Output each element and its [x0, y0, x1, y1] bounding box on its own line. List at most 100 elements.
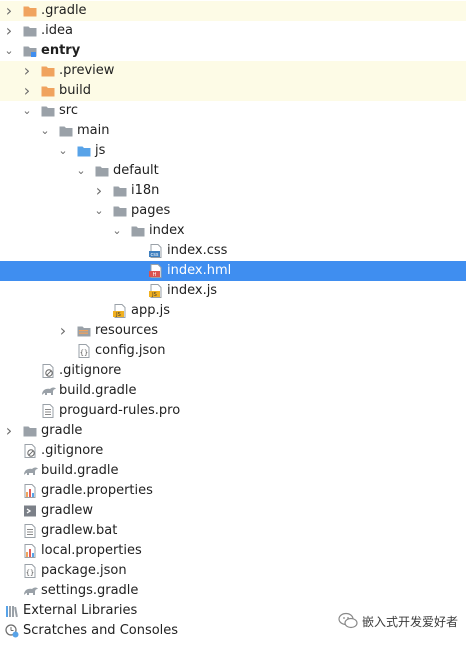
tree-row[interactable]: {} config.json	[0, 341, 466, 361]
tree-row[interactable]: › .gradle	[0, 1, 466, 21]
gitignore-file-icon	[41, 364, 55, 378]
tree-item-label: proguard-rules.pro	[59, 403, 181, 418]
chevron-right-icon[interactable]: ›	[21, 61, 33, 81]
tree-item-label: .preview	[59, 63, 115, 78]
tree-item-label: gradlew	[41, 503, 94, 518]
tree-item-label: index.js	[167, 283, 218, 298]
tree-row[interactable]: gradle.properties	[0, 481, 466, 501]
tree-item-label: main	[77, 123, 110, 138]
tree-row[interactable]: settings.gradle	[0, 581, 466, 601]
folder-icon	[23, 24, 37, 38]
chevron-right-icon[interactable]: ›	[57, 321, 69, 341]
tree-row[interactable]: › .preview	[0, 61, 466, 81]
tree-row[interactable]: css index.css	[0, 241, 466, 261]
gradle-file-icon	[23, 464, 38, 478]
tree-item-label: package.json	[41, 563, 127, 578]
hml-file-icon: H	[149, 264, 163, 278]
svg-text:css: css	[151, 252, 159, 258]
tree-item-label: .idea	[41, 23, 73, 38]
tree-row[interactable]: .gitignore	[0, 441, 466, 461]
tree-row[interactable]: ⌄ main	[0, 121, 466, 141]
tree-row[interactable]: ⌄ entry	[0, 41, 466, 61]
svg-text:JS: JS	[151, 292, 157, 298]
tree-item-label: build	[59, 83, 91, 98]
tree-item-label: entry	[41, 43, 81, 58]
tree-item-label: resources	[95, 323, 159, 338]
tree-item-label: app.js	[131, 303, 170, 318]
tree-row[interactable]: proguard-rules.pro	[0, 401, 466, 421]
js-file-icon: JS	[149, 284, 163, 298]
chevron-right-icon[interactable]: ›	[93, 181, 105, 201]
tree-row[interactable]: ⌄ pages	[0, 201, 466, 221]
folder-icon	[41, 104, 55, 118]
chevron-right-icon[interactable]: ›	[21, 81, 33, 101]
svg-text:{}: {}	[26, 569, 34, 577]
tree-item-label: gradle	[41, 423, 83, 438]
tree-row[interactable]: local.properties	[0, 541, 466, 561]
svg-text:{}: {}	[80, 349, 88, 357]
orange-folder-icon	[23, 4, 37, 18]
tree-item-label: default	[113, 163, 159, 178]
chevron-down-icon[interactable]: ⌄	[21, 101, 33, 121]
chevron-down-icon[interactable]: ⌄	[75, 161, 87, 181]
wechat-logo-icon	[338, 612, 358, 629]
chevron-down-icon[interactable]: ⌄	[111, 221, 123, 241]
chevron-down-icon[interactable]: ⌄	[39, 121, 51, 141]
tree-row[interactable]: JS app.js	[0, 301, 466, 321]
properties-file-icon	[23, 484, 37, 498]
scratches-icon	[5, 624, 19, 638]
tree-item-label: local.properties	[41, 543, 142, 558]
tree-row[interactable]: ⌄ index	[0, 221, 466, 241]
tree-row[interactable]: .gitignore	[0, 361, 466, 381]
tree-row[interactable]: {} package.json	[0, 561, 466, 581]
tree-row[interactable]: › i18n	[0, 181, 466, 201]
tree-row[interactable]: ⌄ src	[0, 101, 466, 121]
orange-folder-icon	[41, 64, 55, 78]
tree-row[interactable]: › gradle	[0, 421, 466, 441]
tree-item-label: index.css	[167, 243, 228, 258]
chevron-down-icon[interactable]: ⌄	[93, 201, 105, 221]
svg-text:JS: JS	[115, 312, 121, 318]
properties-file-icon	[23, 544, 37, 558]
gradle-file-icon	[41, 384, 56, 398]
tree-item-label: gradlew.bat	[41, 523, 118, 538]
chevron-right-icon[interactable]: ›	[3, 21, 15, 41]
tree-item-label: .gitignore	[41, 443, 104, 458]
module-folder-icon	[23, 44, 37, 58]
tree-row[interactable]: › build	[0, 81, 466, 101]
tree-row[interactable]: › resources	[0, 321, 466, 341]
tree-row[interactable]: build.gradle	[0, 461, 466, 481]
text-file-icon	[23, 524, 37, 538]
tree-item-label: settings.gradle	[41, 583, 139, 598]
json-file-icon: {}	[23, 564, 37, 578]
library-icon	[5, 604, 19, 618]
tree-row[interactable]: JS index.js	[0, 281, 466, 301]
svg-text:H: H	[153, 272, 157, 278]
folder-icon	[131, 224, 145, 238]
tree-row[interactable]: gradlew.bat	[0, 521, 466, 541]
chevron-down-icon[interactable]: ⌄	[3, 41, 15, 61]
tree-item-label: pages	[131, 203, 171, 218]
folder-icon	[113, 204, 127, 218]
tree-row[interactable]: gradlew	[0, 501, 466, 521]
folder-icon	[113, 184, 127, 198]
chevron-right-icon[interactable]: ›	[3, 421, 15, 441]
tree-item-label: Scratches and Consoles	[23, 623, 179, 638]
gradle-file-icon	[23, 584, 38, 598]
tree-item-label: gradle.properties	[41, 483, 153, 498]
tree-item-label: index.hml	[167, 263, 232, 278]
tree-row[interactable]: Hindex.hml	[0, 261, 466, 281]
tree-item-label: i18n	[131, 183, 160, 198]
chevron-down-icon[interactable]: ⌄	[57, 141, 69, 161]
css-file-icon: css	[149, 244, 163, 258]
chevron-right-icon[interactable]: ›	[3, 1, 15, 21]
tree-item-label: External Libraries	[23, 603, 138, 618]
tree-item-label: build.gradle	[59, 383, 137, 398]
tree-row[interactable]: › .idea	[0, 21, 466, 41]
watermark-text: 嵌入式开发爱好者	[362, 615, 459, 629]
tree-row[interactable]: ⌄ default	[0, 161, 466, 181]
tree-row[interactable]: ⌄ js	[0, 141, 466, 161]
tree-item-label: config.json	[95, 343, 166, 358]
tree-row[interactable]: build.gradle	[0, 381, 466, 401]
tree-item-label: .gradle	[41, 3, 87, 18]
